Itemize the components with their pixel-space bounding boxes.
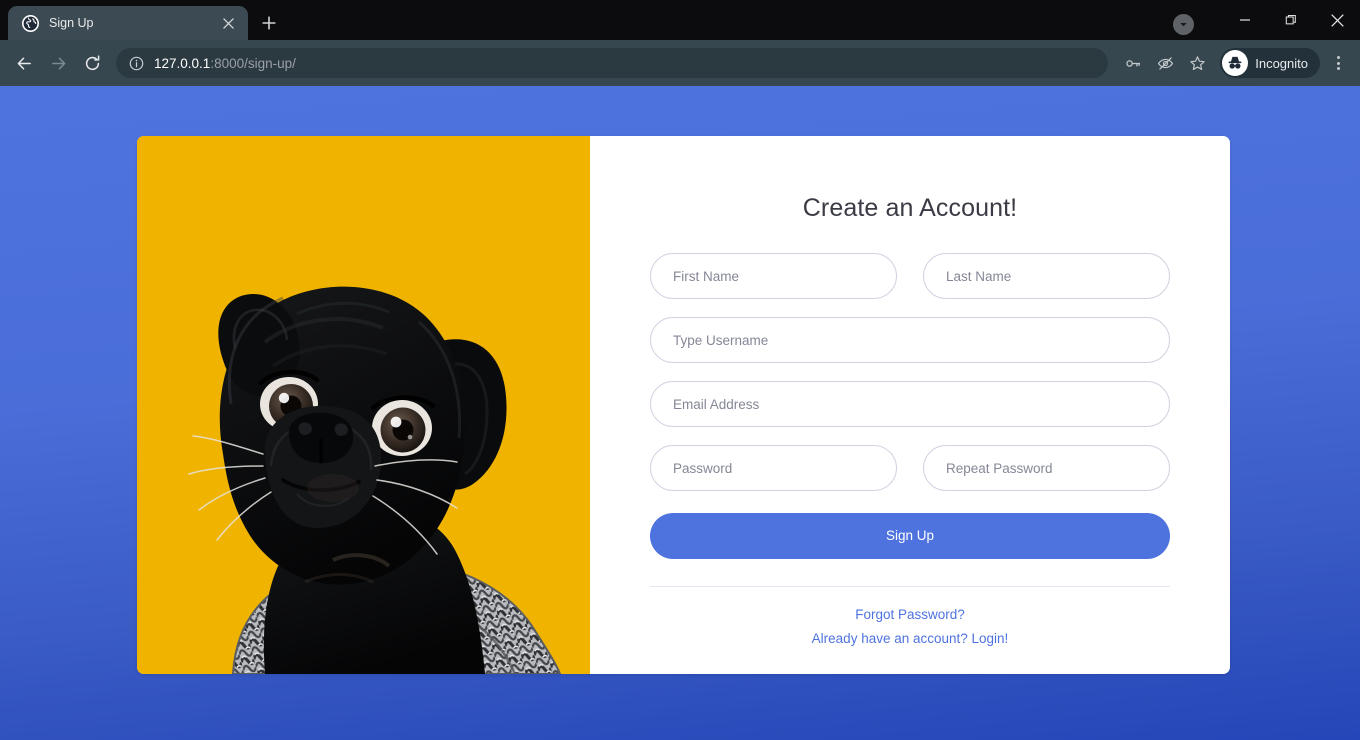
browser-tab-sign-up[interactable]: Sign Up [8, 6, 248, 40]
password-row: Password Repeat Password [650, 445, 1170, 491]
email-placeholder: Email Address [673, 396, 760, 412]
username-placeholder: Type Username [673, 332, 769, 348]
browser-window: Sign Up 127.0.0.1:8000/sign-up/ Incognit… [0, 0, 1360, 740]
window-close-button[interactable] [1314, 0, 1360, 40]
reload-button-icon[interactable] [76, 47, 108, 79]
page-viewport: Create an Account! First Name Last Name … [0, 86, 1360, 740]
name-row: First Name Last Name [650, 253, 1170, 299]
username-field[interactable]: Type Username [650, 317, 1170, 363]
signup-form: Create an Account! First Name Last Name … [590, 136, 1230, 674]
url-host: 127.0.0.1 [154, 55, 211, 71]
download-indicator-icon[interactable] [1173, 14, 1194, 35]
password-field[interactable]: Password [650, 445, 897, 491]
pug-photo [137, 136, 590, 674]
form-links: Forgot Password? Already have an account… [650, 607, 1170, 655]
eye-slash-icon[interactable] [1150, 48, 1180, 78]
back-button-icon[interactable] [8, 47, 40, 79]
globe-favicon [22, 14, 39, 32]
form-divider [650, 586, 1170, 587]
chrome-menu-icon[interactable] [1324, 48, 1352, 78]
sign-up-button[interactable]: Sign Up [650, 513, 1170, 559]
username-row: Type Username [650, 317, 1170, 363]
window-controls [1173, 0, 1360, 40]
password-placeholder: Password [673, 460, 733, 476]
repeat-password-placeholder: Repeat Password [946, 460, 1053, 476]
tab-title: Sign Up [49, 16, 94, 30]
email-row: Email Address [650, 381, 1170, 427]
signup-card: Create an Account! First Name Last Name … [137, 136, 1230, 674]
incognito-label: Incognito [1255, 55, 1308, 71]
pug-illustration [137, 136, 590, 674]
tab-close-icon[interactable] [218, 13, 238, 33]
last-name-placeholder: Last Name [946, 268, 1012, 284]
new-tab-button[interactable] [255, 9, 283, 37]
tab-strip: Sign Up [0, 0, 1360, 40]
repeat-password-field[interactable]: Repeat Password [923, 445, 1170, 491]
address-bar[interactable]: 127.0.0.1:8000/sign-up/ [116, 48, 1109, 78]
url-text: 127.0.0.1:8000/sign-up/ [154, 56, 296, 71]
forward-button-icon[interactable] [42, 47, 74, 79]
email-field[interactable]: Email Address [650, 381, 1170, 427]
first-name-field[interactable]: First Name [650, 253, 897, 299]
last-name-field[interactable]: Last Name [923, 253, 1170, 299]
bookmark-star-icon[interactable] [1182, 48, 1212, 78]
window-maximize-button[interactable] [1268, 0, 1314, 40]
window-minimize-button[interactable] [1222, 0, 1268, 40]
page-title: Create an Account! [802, 194, 1018, 222]
incognito-hat-glasses-icon [1222, 50, 1249, 76]
info-circle-icon[interactable] [128, 55, 144, 71]
url-path: :8000/sign-up/ [210, 55, 296, 71]
browser-toolbar: 127.0.0.1:8000/sign-up/ Incognito [0, 40, 1360, 86]
first-name-placeholder: First Name [673, 268, 740, 284]
password-key-icon[interactable] [1118, 48, 1148, 78]
incognito-profile-chip[interactable]: Incognito [1220, 48, 1320, 78]
forgot-password-link[interactable]: Forgot Password? [650, 607, 1170, 622]
login-link[interactable]: Already have an account? Login! [650, 631, 1170, 646]
